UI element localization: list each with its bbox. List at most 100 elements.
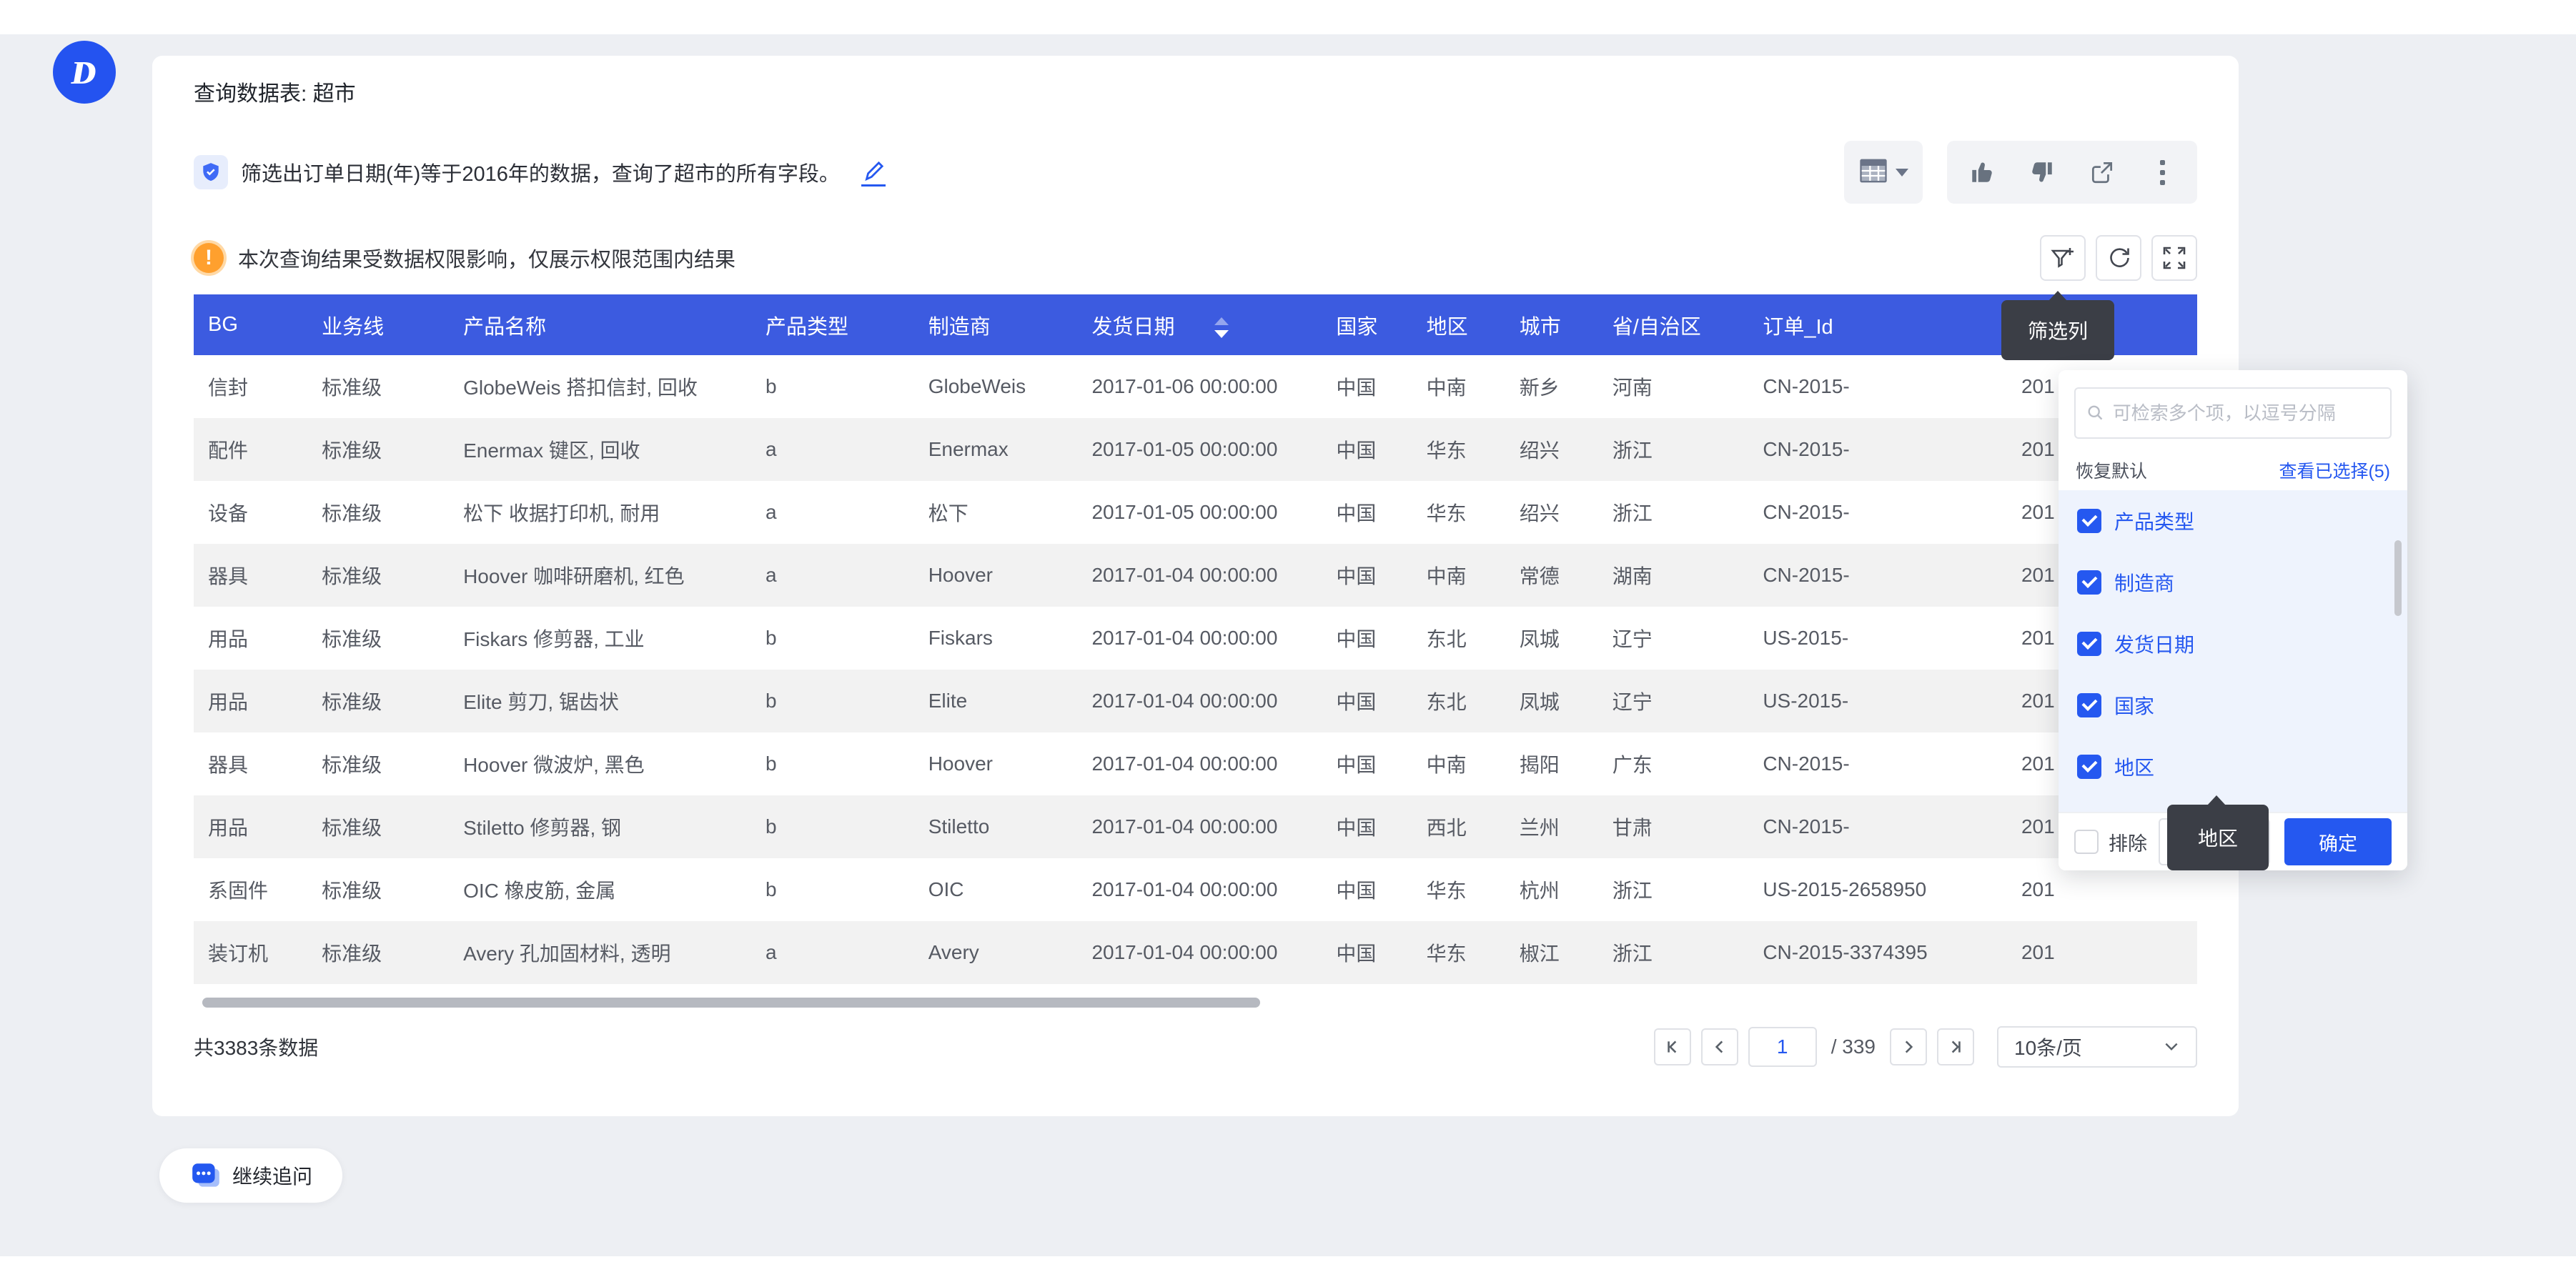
table-cell: 华东 [1412, 418, 1505, 481]
table-cell: 用品 [194, 607, 307, 670]
sort-icon[interactable] [1214, 317, 1229, 338]
table-action-buttons [2040, 235, 2197, 281]
table-cell: 松下 [914, 481, 1078, 544]
table-cell: 2017-01-04 00:00:00 [1077, 670, 1322, 732]
column-header[interactable]: 产品名称 [449, 294, 751, 355]
column-header[interactable]: 订单_Id [1748, 294, 2007, 355]
prev-page-button[interactable] [1701, 1028, 1738, 1065]
search-icon [2087, 404, 2104, 422]
table-cell: CN-2015- [1748, 481, 2007, 544]
column-header[interactable]: 省/自治区 [1598, 294, 1749, 355]
column-header[interactable]: 发货日期 [1077, 294, 1322, 355]
table-cell: 中国 [1322, 544, 1412, 607]
horizontal-scrollbar[interactable] [202, 998, 1260, 1008]
answer-toolbar [1844, 140, 2197, 204]
edit-icon[interactable] [861, 158, 886, 187]
table-cell: 信封 [194, 355, 307, 418]
exclude-checkbox-row[interactable]: 排除 [2074, 828, 2147, 856]
table-cell: GlobeWeis [914, 355, 1078, 418]
table-row: 器具标准级Hoover 咖啡研磨机, 红色aHoover2017-01-04 0… [194, 544, 2197, 607]
column-header[interactable]: 地区 [1412, 294, 1505, 355]
query-summary-row: 筛选出订单日期(年)等于2016年的数据，查询了超市的所有字段。 [194, 140, 886, 204]
query-summary-text: 筛选出订单日期(年)等于2016年的数据，查询了超市的所有字段。 [241, 157, 840, 187]
table-view-icon [1858, 157, 1888, 188]
table-cell: 广东 [1598, 732, 1749, 795]
column-header[interactable]: 制造商 [914, 294, 1078, 355]
table-cell: b [751, 607, 914, 670]
answer-card: 查询数据表: 超市 筛选出订单日期(年)等于2016年的数据，查询了超市的所有字… [152, 56, 2239, 1116]
table-cell: Avery [914, 921, 1078, 984]
table-cell: 湖南 [1598, 544, 1749, 607]
fullscreen-button[interactable] [2151, 235, 2197, 281]
page-number-input[interactable] [1748, 1027, 1817, 1067]
table-row: 系固件标准级OIC 橡皮筋, 金属bOIC2017-01-04 00:00:00… [194, 858, 2197, 921]
option-checkbox[interactable] [2077, 509, 2101, 533]
option-checkbox[interactable] [2077, 632, 2101, 656]
table-cell: Hoover [914, 732, 1078, 795]
table-cell: a [751, 544, 914, 607]
column-header[interactable]: 国家 [1322, 294, 1412, 355]
page-size-select[interactable]: 10条/页 [1997, 1026, 2197, 1068]
table-cell: 华东 [1412, 921, 1505, 984]
last-page-button[interactable] [1937, 1028, 1974, 1065]
popup-option-list: 产品类型制造商发货日期国家地区城市 [2059, 490, 2407, 812]
chat-icon [189, 1161, 222, 1191]
share-icon[interactable] [2089, 159, 2116, 186]
popup-search-input[interactable] [2113, 402, 2379, 424]
column-option-国家[interactable]: 国家 [2059, 675, 2407, 736]
column-option-地区[interactable]: 地区 [2059, 736, 2407, 797]
table-cell: 揭阳 [1505, 732, 1598, 795]
popup-scrollbar-thumb[interactable] [2394, 540, 2402, 616]
column-header[interactable]: 业务线 [307, 294, 449, 355]
table-cell: 椒江 [1505, 921, 1598, 984]
table-cell: 标准级 [307, 670, 449, 732]
table-cell: b [751, 795, 914, 858]
table-cell: US-2015-2658950 [1748, 858, 2007, 921]
table-cell: a [751, 418, 914, 481]
filter-columns-button[interactable] [2040, 235, 2086, 281]
table-cell: 标准级 [307, 795, 449, 858]
restore-default-link[interactable]: 恢复默认 [2076, 457, 2147, 483]
option-label: 地区 [2114, 752, 2154, 781]
table-cell: 2017-01-04 00:00:00 [1077, 607, 1322, 670]
column-option-发货日期[interactable]: 发货日期 [2059, 613, 2407, 675]
page-title: 查询数据表: 超市 [194, 76, 356, 107]
column-option-产品类型[interactable]: 产品类型 [2059, 490, 2407, 552]
exclude-checkbox[interactable] [2074, 830, 2099, 854]
table-row: 装订机标准级Avery 孔加固材料, 透明aAvery2017-01-04 00… [194, 921, 2197, 984]
table-cell: 中国 [1322, 607, 1412, 670]
confirm-button[interactable]: 确定 [2284, 818, 2392, 865]
column-option-制造商[interactable]: 制造商 [2059, 552, 2407, 613]
table-cell: Enermax [914, 418, 1078, 481]
thumb-down-icon[interactable] [2028, 159, 2056, 186]
table-cell: b [751, 732, 914, 795]
more-vertical-icon[interactable] [2149, 159, 2176, 186]
table-cell: 201 [2007, 921, 2197, 984]
first-page-button[interactable] [1654, 1028, 1691, 1065]
option-checkbox[interactable] [2077, 570, 2101, 595]
table-view-button[interactable] [1844, 141, 1923, 204]
view-selected-link[interactable]: 查看已选择(5) [2279, 457, 2390, 483]
table-cell: 标准级 [307, 921, 449, 984]
table-row: 设备标准级松下 收据打印机, 耐用a松下2017-01-05 00:00:00中… [194, 481, 2197, 544]
table-cell: 凤城 [1505, 670, 1598, 732]
region-tooltip: 地区 [2167, 805, 2269, 870]
popup-search-box [2074, 387, 2392, 439]
tooltip-text: 筛选列 [2028, 316, 2088, 344]
column-header[interactable]: 产品类型 [751, 294, 914, 355]
column-header[interactable]: BG [194, 294, 307, 355]
table-cell: US-2015- [1748, 607, 2007, 670]
table-cell: b [751, 670, 914, 732]
caret-down-icon [1896, 169, 1908, 177]
option-checkbox[interactable] [2077, 693, 2101, 717]
followup-button[interactable]: 继续追问 [159, 1148, 342, 1203]
next-page-button[interactable] [1890, 1028, 1927, 1065]
tooltip-arrow [2207, 795, 2226, 805]
table-cell: 2017-01-06 00:00:00 [1077, 355, 1322, 418]
thumb-up-icon[interactable] [1968, 159, 1996, 186]
table-cell: CN-2015- [1748, 544, 2007, 607]
column-header[interactable]: 城市 [1505, 294, 1598, 355]
table-cell: 标准级 [307, 418, 449, 481]
option-checkbox[interactable] [2077, 755, 2101, 779]
refresh-button[interactable] [2096, 235, 2141, 281]
